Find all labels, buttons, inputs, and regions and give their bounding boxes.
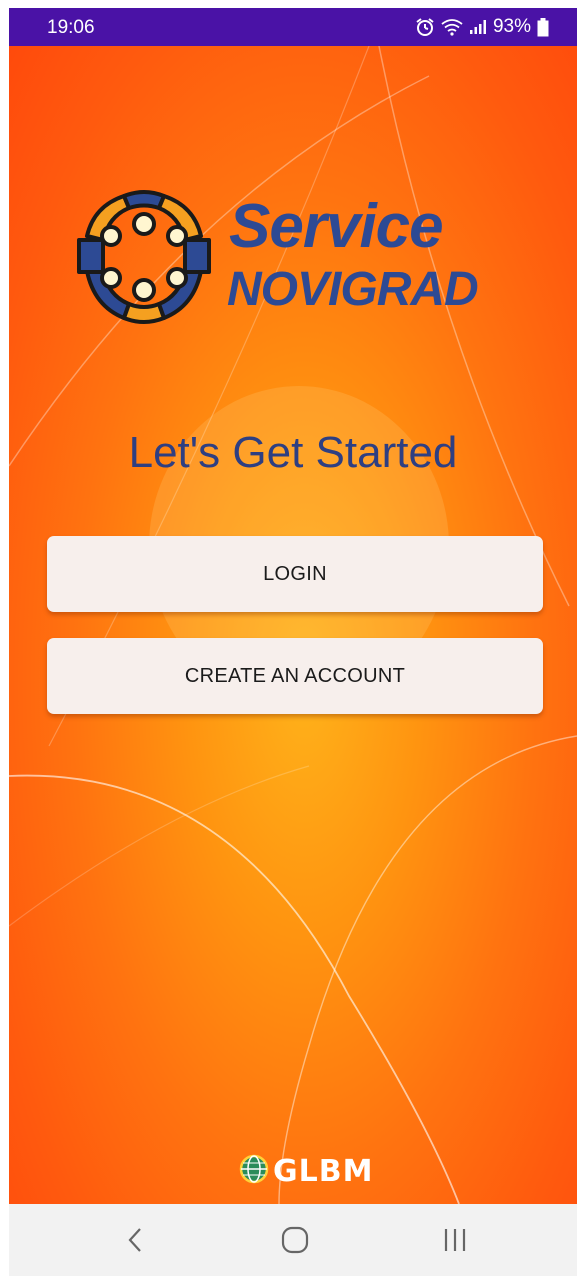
signal-icon	[469, 19, 487, 35]
glbm-logo: GLBM	[239, 1154, 373, 1189]
wifi-icon	[441, 18, 463, 36]
create-account-button[interactable]: CREATE AN ACCOUNT	[47, 638, 543, 714]
gear-people-logo-icon	[77, 190, 211, 324]
back-icon[interactable]	[115, 1222, 155, 1258]
battery-icon	[537, 17, 549, 37]
globe-icon	[239, 1154, 269, 1189]
login-button[interactable]: LOGIN	[47, 536, 543, 612]
brand-line-2: NOVIGRAD	[227, 263, 479, 316]
page-title: Let's Get Started	[128, 428, 458, 477]
service-novigrad-logo: Service NOVIGRAD	[69, 176, 529, 341]
phone-frame: 19:06 93% Service NOVIGRAD Let's Get Sta…	[9, 8, 577, 1276]
battery-percent: 93%	[492, 16, 531, 37]
status-bar: 19:06 93%	[9, 8, 577, 46]
navigation-bar	[9, 1204, 577, 1276]
glbm-logo-text: GLBM	[273, 1153, 374, 1189]
alarm-icon	[415, 17, 435, 37]
status-icons: 93%	[415, 16, 549, 38]
home-icon[interactable]	[275, 1222, 315, 1258]
status-time: 19:06	[47, 17, 95, 38]
welcome-screen: Service NOVIGRAD Let's Get Started LOGIN…	[9, 46, 577, 1204]
brand-line-1: Service	[229, 192, 444, 261]
recent-apps-icon[interactable]	[435, 1222, 475, 1258]
